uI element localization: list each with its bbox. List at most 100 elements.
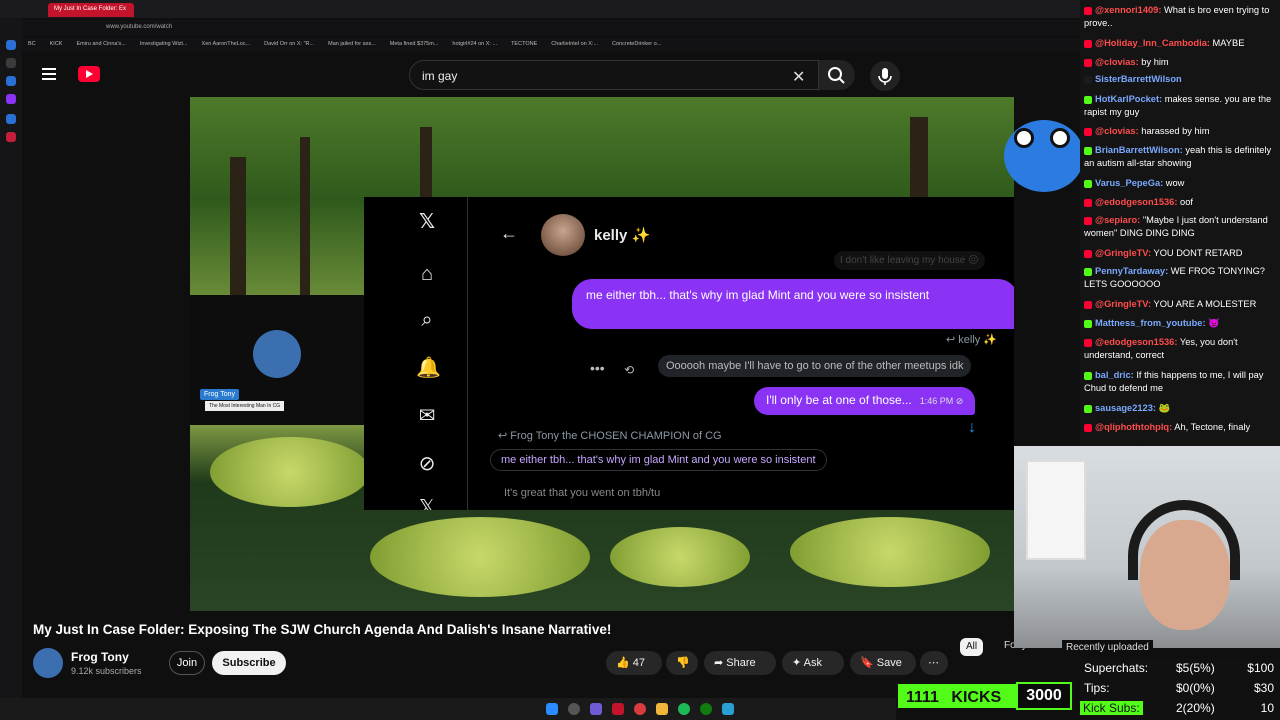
join-button[interactable]: Join: [169, 651, 205, 675]
microphone-icon: [878, 68, 892, 85]
chat-username[interactable]: @edodgeson1536:: [1095, 197, 1177, 207]
more-options-icon: •••: [590, 360, 605, 376]
superchats-value: $5(5%): [1176, 661, 1215, 675]
chat-username[interactable]: @GringleTV:: [1095, 248, 1151, 258]
share-button[interactable]: ➦ Share: [704, 651, 776, 675]
address-bar[interactable]: www.youtube.com/watch: [22, 20, 1080, 36]
voice-search-button[interactable]: [870, 61, 900, 91]
thumbs-up-icon: 👍: [616, 657, 630, 669]
search-query[interactable]: im gay: [422, 69, 457, 83]
kick-subs-value: 2(20%): [1176, 701, 1215, 715]
more-icon: ⋯: [928, 657, 939, 669]
channel-avatar[interactable]: [33, 648, 63, 678]
telegram-icon[interactable]: [722, 703, 734, 715]
rail-app-icon[interactable]: [6, 58, 16, 68]
windows-start-icon[interactable]: [546, 703, 558, 715]
kick-subs-label: Kick Subs:: [1080, 701, 1143, 715]
url-text[interactable]: www.youtube.com/watch: [106, 24, 172, 30]
platform-badge-icon: [1084, 75, 1092, 84]
chat-username[interactable]: sausage2123:: [1095, 403, 1156, 413]
chat-username[interactable]: Mattness_from_youtube:: [1095, 318, 1206, 328]
youtube-logo-icon[interactable]: [78, 66, 100, 82]
bookmark-item[interactable]: BC: [28, 41, 36, 49]
chat-text: MAYBE: [1209, 38, 1245, 48]
bookmark-item[interactable]: Xen AaronTheLoc...: [202, 41, 251, 49]
chat-message: @GringleTV: YOU DONT RETARD: [1084, 247, 1276, 260]
bookmark-item[interactable]: Investigating Wizt...: [140, 41, 188, 49]
channel-name[interactable]: Frog Tony: [71, 650, 129, 664]
chat-username[interactable]: PennyTardaway:: [1095, 266, 1168, 276]
bookmark-item[interactable]: David Orr on X: "R...: [264, 41, 314, 49]
bookmark-item[interactable]: hotgirl#24 on X: ...: [452, 41, 497, 49]
chat-username[interactable]: Varus_PepeGa:: [1095, 178, 1163, 188]
chat-message: @edodgeson1536: Yes, you don't understan…: [1084, 336, 1276, 362]
search-button[interactable]: [819, 60, 855, 90]
rail-app-icon[interactable]: [6, 94, 16, 104]
search-input[interactable]: im gay ✕: [409, 60, 819, 90]
ask-button[interactable]: ✦ Ask: [782, 651, 844, 675]
rail-app-icon[interactable]: [6, 114, 16, 124]
save-button[interactable]: 🔖 Save: [850, 651, 916, 675]
chat-username[interactable]: HotKarlPocket:: [1095, 94, 1162, 104]
chat-username[interactable]: bal_dric:: [1095, 370, 1134, 380]
taskbar-app-icon[interactable]: [612, 703, 624, 715]
bookmark-item[interactable]: Meta fined $375m...: [390, 41, 439, 49]
chat-message: Mattness_from_youtube: 👿: [1084, 317, 1276, 330]
taskbar-search-icon[interactable]: [568, 703, 580, 715]
xbox-icon[interactable]: [700, 703, 712, 715]
chat-message: @Holiday_Inn_Cambodia: MAYBE: [1084, 37, 1276, 50]
platform-badge-icon: [1084, 95, 1092, 104]
dislike-button[interactable]: 👎: [666, 651, 698, 675]
chat-message: sausage2123: 🐸: [1084, 402, 1276, 415]
chat-username[interactable]: SisterBarrettWilson: [1095, 74, 1182, 84]
folder-icon[interactable]: [656, 703, 668, 715]
rail-app-icon[interactable]: [6, 132, 16, 142]
streamer-face: [1140, 520, 1230, 630]
clear-icon[interactable]: ✕: [792, 67, 805, 87]
reply-attribution: ↩ Frog Tony the CHOSEN CHAMPION of CG: [498, 430, 722, 442]
kick-subs-goal: 10: [1260, 701, 1274, 715]
chip-all[interactable]: All: [960, 638, 984, 656]
bookmark-item[interactable]: CharlieIntel on X:...: [551, 41, 598, 49]
chat-username[interactable]: BrianBarrettWilson:: [1095, 145, 1183, 155]
chat-username[interactable]: @sepiaro:: [1095, 215, 1140, 225]
tips-label: Tips:: [1084, 681, 1110, 695]
bookmark-item[interactable]: TECTONE: [511, 41, 537, 49]
platform-badge-icon: [1084, 300, 1092, 309]
x-logo-icon: 𝕏: [418, 497, 436, 510]
chat-username[interactable]: @xennori1409:: [1095, 5, 1161, 15]
share-label: Share: [726, 657, 756, 669]
more-actions-button[interactable]: ⋯: [920, 651, 948, 675]
message-time: 1:46 PM ⊘: [919, 396, 964, 406]
chat-username[interactable]: @clovias:: [1095, 126, 1139, 136]
browser-tab-bar: My Just In Case Folder: Ex: [0, 0, 1080, 18]
chip-recently-uploaded[interactable]: Recently uploaded: [1062, 640, 1153, 655]
platform-badge-icon: [1084, 146, 1092, 155]
lily-pad: [210, 437, 370, 507]
bookmark-item[interactable]: ConcreteDrinker o...: [612, 41, 661, 49]
superchats-label: Superchats:: [1084, 661, 1149, 675]
spotify-icon[interactable]: [678, 703, 690, 715]
bookmark-item[interactable]: Man jailed for ass...: [328, 41, 376, 49]
chat-username[interactable]: @GringleTV:: [1095, 299, 1151, 309]
chat-username[interactable]: @qliphothtohplq:: [1095, 422, 1172, 432]
chat-username[interactable]: @Holiday_Inn_Cambodia:: [1095, 38, 1210, 48]
kicks-goal: 3000: [1016, 682, 1072, 710]
hamburger-menu-icon[interactable]: [42, 68, 56, 80]
taskbar-app-icon[interactable]: [634, 703, 646, 715]
chat-username[interactable]: @edodgeson1536:: [1095, 337, 1177, 347]
browser-tab-active[interactable]: My Just In Case Folder: Ex: [48, 3, 134, 17]
presenter-name-tag: Frog Tony: [200, 389, 239, 400]
rail-app-icon[interactable]: [6, 40, 16, 50]
chat-username[interactable]: @clovias:: [1095, 57, 1139, 67]
subscribe-button[interactable]: Subscribe: [212, 651, 286, 675]
rail-app-icon[interactable]: [6, 76, 16, 86]
mail-icon: ✉: [418, 405, 436, 427]
taskbar-app-icon[interactable]: [590, 703, 602, 715]
contact-avatar: [541, 214, 585, 256]
like-button[interactable]: 👍 47: [606, 651, 662, 675]
superchats-goal: $100: [1247, 661, 1274, 675]
bookmark-item[interactable]: KICK: [50, 41, 63, 49]
lily-pad: [610, 527, 750, 587]
bookmark-item[interactable]: Emiru and Cinna's...: [76, 41, 125, 49]
